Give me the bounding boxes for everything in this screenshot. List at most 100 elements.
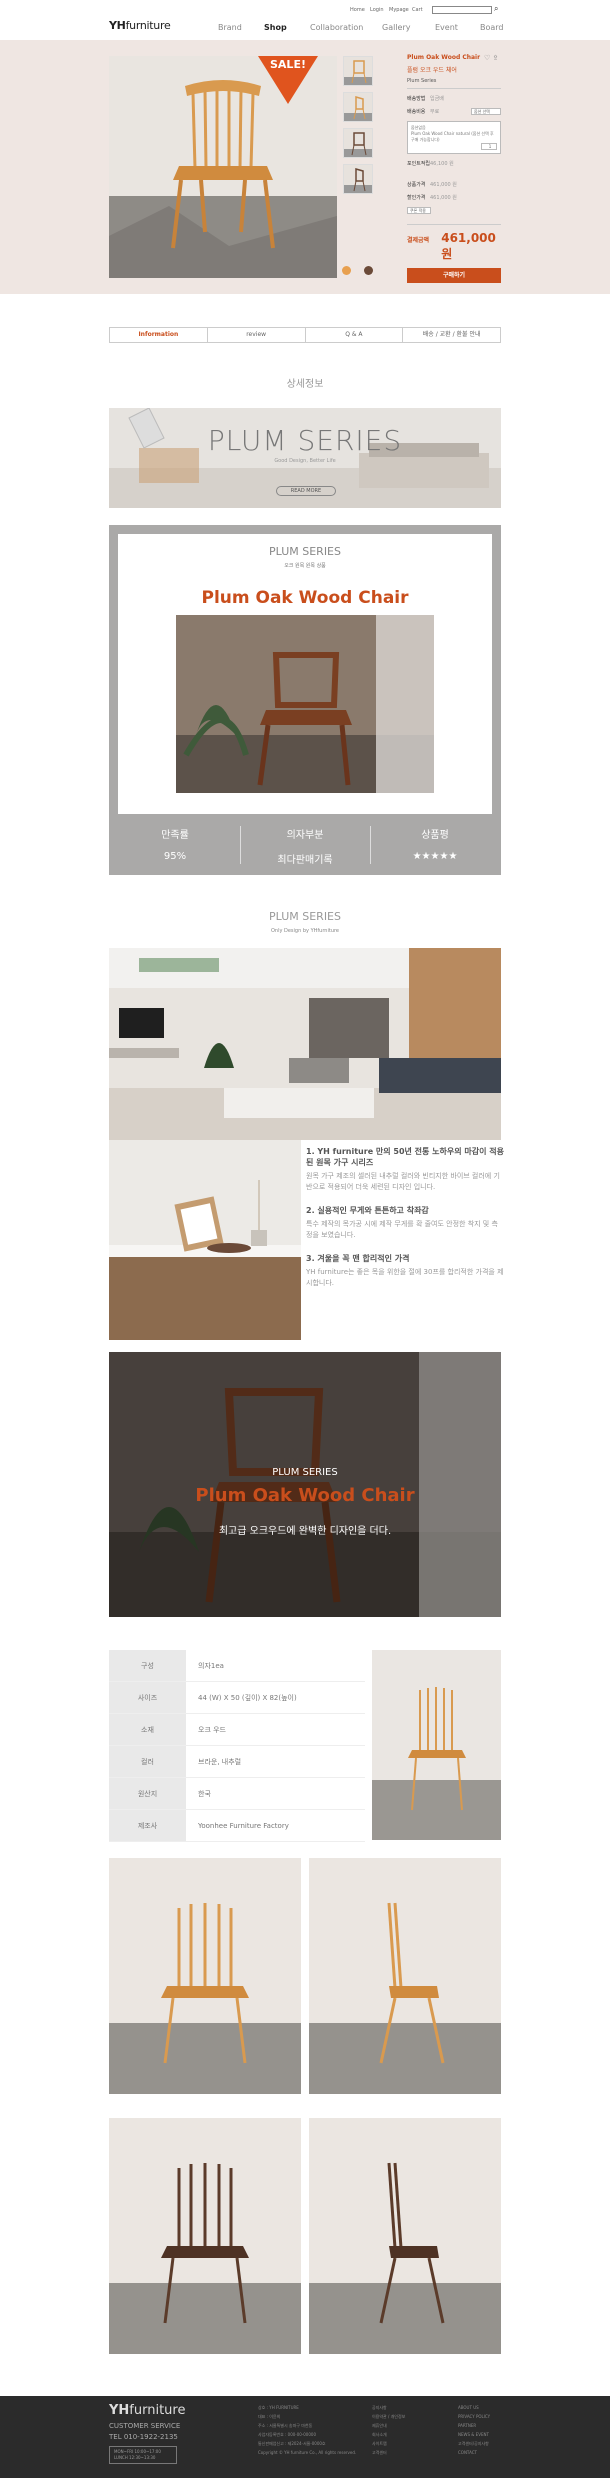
footer-logo[interactable]: YHfurniture [109, 2403, 185, 2418]
chair-photo-brown-front [109, 2118, 301, 2354]
footer-link[interactable]: 제휴안내 [372, 2421, 405, 2430]
banner-subtitle: Good Design, Better Life [274, 458, 336, 464]
info-row-price: 상품가격 461,000 원 [407, 181, 501, 188]
option-box-text: Plum Oak Wood Chair natural (옵션 선택 후 구매 … [411, 131, 494, 142]
quantity-stepper[interactable]: 1 [481, 143, 497, 150]
footer-info-line: 주소 : 서울특별시 송파구 마천동 [258, 2423, 313, 2428]
footer-links-2: ABOUT US PRIVACY POLICY PARTNER NEWS & E… [458, 2403, 490, 2457]
chair-photo-brown-side [309, 2118, 501, 2354]
feature-heading: 2. 실용적인 무게와 튼튼하고 착좌감 [306, 1206, 429, 1215]
footer-link[interactable]: 고객센터/공지사항 [458, 2439, 490, 2448]
footer-link[interactable]: ABOUT US [458, 2403, 490, 2412]
feature-item: 2. 실용적인 무게와 튼튼하고 착좌감 특수 제작의 목가공 시에 제작 무게를… [306, 1205, 504, 1241]
thumbnail-2[interactable] [343, 92, 373, 122]
footer-links-1: 공지사항 이용약관 / 개인정보 제휴안내 회사소개 사이트맵 고객센터 [372, 2403, 405, 2457]
spec-row: 소재 오크 우드 [109, 1714, 365, 1746]
footer-link[interactable]: 이용약관 / 개인정보 [372, 2412, 405, 2421]
living-room-photo [109, 948, 501, 1140]
feature-heading: 3. 겨울을 꼭 맨 합리적인 가격 [306, 1254, 410, 1263]
feature-body: 원목 가구 제조의 셀러된 내추럴 컬러와 빈티지한 바이브 컬러에 기반으로 … [306, 1172, 500, 1191]
stat-value: 최다판매기록 [277, 855, 333, 866]
spec-row: 원산지 한국 [109, 1778, 365, 1810]
logo-bold: YH [109, 19, 126, 32]
feature-heading: 1. YH furniture 만의 50년 전통 노하우의 마감이 적용된 원… [306, 1147, 504, 1167]
section-subtitle: Only Design by YHfurniture [270, 928, 340, 934]
util-link-cart[interactable]: Cart [412, 7, 423, 13]
total-price: 461,000 원 [441, 231, 496, 261]
spec-chair-photo [372, 1650, 501, 1840]
footer-hours: MON~FRI 10:00~17:00 LUNCH 12:30~13:30 [109, 2446, 177, 2464]
row-value: 461,000 원 [430, 182, 457, 188]
tab-qna[interactable]: Q & A [306, 328, 404, 342]
read-more-button[interactable]: READ MORE [276, 486, 336, 496]
footer-link[interactable]: 공지사항 [372, 2403, 405, 2412]
thumbnail-1[interactable] [343, 56, 373, 86]
sale-label: SALE! [270, 58, 306, 71]
option-select[interactable]: 옵션 선택 [471, 108, 501, 115]
footer-link[interactable]: 사이트맵 [372, 2439, 405, 2448]
color-swatch-brown[interactable] [364, 266, 373, 275]
stat-label: 만족률 [161, 830, 189, 841]
thumbnail-4[interactable] [343, 164, 373, 194]
banner-title: PLUM SERIES [207, 424, 403, 457]
spec-key: 제조사 [109, 1810, 186, 1841]
row-key: 상품가격 [407, 182, 426, 188]
footer-tel: TEL 010-1922-2135 [109, 2433, 178, 2441]
row-key: 포인트적립 [407, 161, 431, 167]
spec-value: 44 (W) X 50 (깊이) X 82(높이) [198, 1694, 297, 1702]
feature-item: 1. YH furniture 만의 50년 전통 노하우의 마감이 적용된 원… [306, 1146, 504, 1193]
buy-button[interactable]: 구매하기 [407, 268, 501, 283]
spec-value: Yoonhee Furniture Factory [198, 1822, 289, 1830]
info-row-discount: 할인가격 461,000 원 [407, 194, 501, 201]
spec-table: 구성 의자1ea 사이즈 44 (W) X 50 (깊이) X 82(높이) 소재 오… [109, 1650, 365, 1842]
top-bar [0, 0, 610, 40]
footer-link[interactable]: PRIVACY POLICY [458, 2412, 490, 2421]
row-key: 배송방법 [407, 96, 426, 102]
util-link-home[interactable]: Home [350, 7, 365, 13]
card-title: Plum Oak Wood Chair [201, 588, 409, 608]
footer-copyright: Copyright © YH furniture Co., All rights… [258, 2450, 357, 2455]
nav-brand[interactable]: Brand [218, 23, 242, 32]
row-value: 461,000 원 [430, 195, 457, 201]
util-link-mypage[interactable]: Mypage [389, 7, 409, 13]
total-label: 결제금액 [407, 237, 430, 244]
footer-logo-light: furniture [129, 2403, 186, 2418]
coupon-select[interactable]: 쿠폰 적용 [407, 207, 431, 214]
color-swatch-natural[interactable] [342, 266, 351, 275]
spec-value: 브라운, 내추럴 [198, 1758, 242, 1766]
footer-link[interactable]: PARTNER [458, 2421, 490, 2430]
footer-link[interactable]: CONTACT [458, 2448, 490, 2457]
footer-info-line: 대표 : 이윤희 [258, 2414, 281, 2419]
row-value: 무료 [430, 109, 440, 115]
nav-board[interactable]: Board [480, 23, 504, 32]
site-logo[interactable]: YHfurniture [109, 19, 171, 32]
footer-link[interactable]: 회사소개 [372, 2430, 405, 2439]
search-input[interactable] [432, 6, 492, 14]
info-row-point: 포인트적립 46,100 원 [407, 160, 501, 167]
tab-review[interactable]: review [208, 328, 306, 342]
spec-row: 제조사 Yoonhee Furniture Factory [109, 1810, 365, 1842]
footer-info-line: 상호 : YH FURNITURE [258, 2405, 299, 2410]
footer-link[interactable]: 고객센터 [372, 2448, 405, 2457]
footer-link[interactable]: NEWS & EVENT [458, 2430, 490, 2439]
nav-event[interactable]: Event [435, 23, 458, 32]
hero-series: PLUM SERIES [272, 1467, 338, 1478]
product-info-panel: Plum Oak Wood Chair 플럼 오크 우드 체어 Plum Ser… [407, 54, 501, 283]
feature-list: 1. YH furniture 만의 50년 전통 노하우의 마감이 적용된 원… [306, 1146, 504, 1301]
search-icon[interactable]: ⌕ [494, 4, 498, 14]
feature-item: 3. 겨울을 꼭 맨 합리적인 가격 YH furniture는 좋은 목을 위한… [306, 1253, 504, 1289]
nav-gallery[interactable]: Gallery [382, 23, 411, 32]
hero-description: 최고급 오크우드에 완벽한 디자인을 더다. [218, 1526, 392, 1537]
spec-key: 구성 [109, 1650, 186, 1681]
spec-key: 컬러 [109, 1746, 186, 1777]
chair-photo-natural-front [109, 1858, 301, 2094]
nav-shop[interactable]: Shop [264, 23, 287, 32]
util-link-login[interactable]: Login [370, 7, 384, 13]
thumbnail-3[interactable] [343, 128, 373, 158]
tab-shipping[interactable]: 배송 / 교환 / 환불 안내 [403, 328, 500, 342]
tab-information[interactable]: Information [110, 328, 208, 342]
nav-collaboration[interactable]: Collaboration [310, 23, 363, 32]
spec-key: 사이즈 [109, 1682, 186, 1713]
share-icon[interactable]: ♡ ⇪ [484, 54, 498, 62]
card-photo [176, 615, 434, 793]
